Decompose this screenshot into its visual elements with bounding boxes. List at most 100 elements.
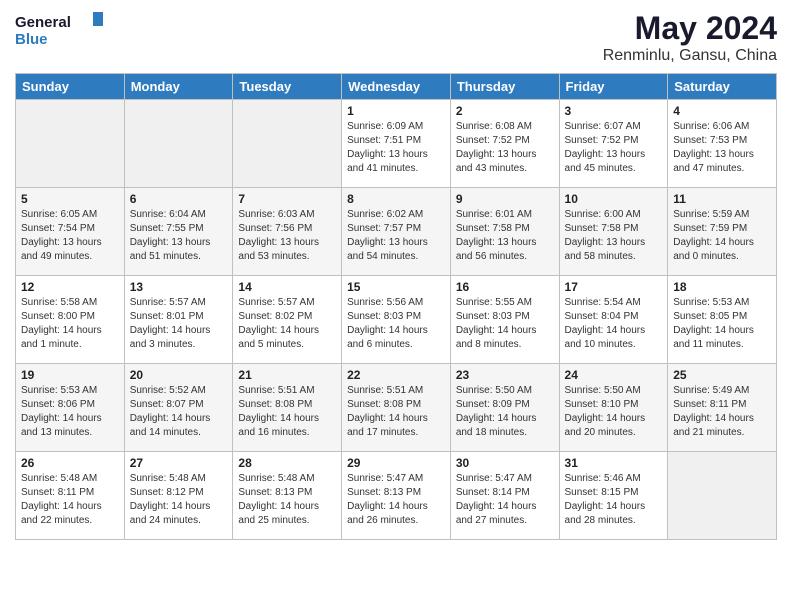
day-number: 6 xyxy=(130,192,228,206)
col-sunday: Sunday xyxy=(16,74,125,100)
calendar-cell: 27Sunrise: 5:48 AM Sunset: 8:12 PM Dayli… xyxy=(124,452,233,540)
day-number: 13 xyxy=(130,280,228,294)
calendar-title: May 2024 xyxy=(603,10,777,47)
calendar-cell: 13 Sunrise: 5:57 AM Sunset: 8:01 PM Dayli… xyxy=(124,276,233,364)
calendar-cell: 9 Sunrise: 6:01 AM Sunset: 7:58 PM Daylig… xyxy=(450,188,559,276)
calendar-cell: 19 Sunrise: 5:53 AM Sunset: 8:06 PM Dayli… xyxy=(16,364,125,452)
day-info: Sunrise: 5:50 AM Sunset: 8:10 PM Dayligh… xyxy=(565,384,663,440)
calendar-cell xyxy=(668,452,777,540)
calendar-cell: 12 Sunrise: 5:58 AM Sunset: 8:00 PM Dayli… xyxy=(16,276,125,364)
calendar-cell: 28 Sunrise: 5:48 AM Sunset: 8:13 PM Dayli… xyxy=(233,452,342,540)
calendar-week-row: 19 Sunrise: 5:53 AM Sunset: 8:06 PM Dayli… xyxy=(16,364,777,452)
day-number: 28 xyxy=(238,456,336,470)
title-block: May 2024 Renminlu, Gansu, China xyxy=(603,10,777,65)
col-thursday: Thursday xyxy=(450,74,559,100)
logo: General Blue xyxy=(15,10,105,50)
calendar-cell: 23 Sunrise: 5:50 AM Sunset: 8:09 PM Dayli… xyxy=(450,364,559,452)
calendar-cell: 10Sunrise: 6:00 AM Sunset: 7:58 PM Dayli… xyxy=(559,188,668,276)
calendar-cell: 20 Sunrise: 5:52 AM Sunset: 8:07 PM Dayli… xyxy=(124,364,233,452)
calendar-cell: 4Sunrise: 6:06 AM Sunset: 7:53 PM Daylig… xyxy=(668,100,777,188)
calendar-week-row: 12 Sunrise: 5:58 AM Sunset: 8:00 PM Dayli… xyxy=(16,276,777,364)
col-tuesday: Tuesday xyxy=(233,74,342,100)
day-number: 10 xyxy=(565,192,663,206)
day-number: 21 xyxy=(238,368,336,382)
day-info: Sunrise: 5:57 AM Sunset: 8:02 PM Dayligh… xyxy=(238,296,336,352)
day-info: Sunrise: 6:06 AM Sunset: 7:53 PM Dayligh… xyxy=(673,120,771,176)
calendar-cell xyxy=(124,100,233,188)
calendar-cell: 16Sunrise: 5:55 AM Sunset: 8:03 PM Dayli… xyxy=(450,276,559,364)
day-info: Sunrise: 6:01 AM Sunset: 7:58 PM Dayligh… xyxy=(456,208,554,264)
calendar-cell: 3 Sunrise: 6:07 AM Sunset: 7:52 PM Daylig… xyxy=(559,100,668,188)
col-monday: Monday xyxy=(124,74,233,100)
day-number: 14 xyxy=(238,280,336,294)
day-info: Sunrise: 5:59 AM Sunset: 7:59 PM Dayligh… xyxy=(673,208,771,264)
calendar-cell: 24 Sunrise: 5:50 AM Sunset: 8:10 PM Dayli… xyxy=(559,364,668,452)
day-info: Sunrise: 5:53 AM Sunset: 8:06 PM Dayligh… xyxy=(21,384,119,440)
day-info: Sunrise: 5:51 AM Sunset: 8:08 PM Dayligh… xyxy=(238,384,336,440)
day-number: 9 xyxy=(456,192,554,206)
day-number: 19 xyxy=(21,368,119,382)
day-info: Sunrise: 6:04 AM Sunset: 7:55 PM Dayligh… xyxy=(130,208,228,264)
calendar-week-row: 1Sunrise: 6:09 AM Sunset: 7:51 PM Daylig… xyxy=(16,100,777,188)
day-number: 11 xyxy=(673,192,771,206)
calendar-cell: 30 Sunrise: 5:47 AM Sunset: 8:14 PM Dayli… xyxy=(450,452,559,540)
calendar-cell: 17 Sunrise: 5:54 AM Sunset: 8:04 PM Dayli… xyxy=(559,276,668,364)
calendar-cell: 31Sunrise: 5:46 AM Sunset: 8:15 PM Dayli… xyxy=(559,452,668,540)
calendar-cell: 18 Sunrise: 5:53 AM Sunset: 8:05 PM Dayli… xyxy=(668,276,777,364)
calendar-cell: 29 Sunrise: 5:47 AM Sunset: 8:13 PM Dayli… xyxy=(342,452,451,540)
day-info: Sunrise: 5:57 AM Sunset: 8:01 PM Dayligh… xyxy=(130,296,228,352)
calendar-cell: 7Sunrise: 6:03 AM Sunset: 7:56 PM Daylig… xyxy=(233,188,342,276)
day-number: 17 xyxy=(565,280,663,294)
day-number: 22 xyxy=(347,368,445,382)
header: General Blue May 2024 Renminlu, Gansu, C… xyxy=(15,10,777,65)
svg-text:Blue: Blue xyxy=(15,31,48,48)
day-info: Sunrise: 5:58 AM Sunset: 8:00 PM Dayligh… xyxy=(21,296,119,352)
day-number: 3 xyxy=(565,104,663,118)
day-number: 18 xyxy=(673,280,771,294)
calendar-table: Sunday Monday Tuesday Wednesday Thursday… xyxy=(15,73,777,540)
calendar-cell: 25 Sunrise: 5:49 AM Sunset: 8:11 PM Dayli… xyxy=(668,364,777,452)
day-number: 24 xyxy=(565,368,663,382)
day-info: Sunrise: 5:51 AM Sunset: 8:08 PM Dayligh… xyxy=(347,384,445,440)
day-info: Sunrise: 5:48 AM Sunset: 8:13 PM Dayligh… xyxy=(238,472,336,528)
day-info: Sunrise: 6:03 AM Sunset: 7:56 PM Dayligh… xyxy=(238,208,336,264)
header-row: Sunday Monday Tuesday Wednesday Thursday… xyxy=(16,74,777,100)
day-info: Sunrise: 5:50 AM Sunset: 8:09 PM Dayligh… xyxy=(456,384,554,440)
day-info: Sunrise: 5:52 AM Sunset: 8:07 PM Dayligh… xyxy=(130,384,228,440)
calendar-cell: 26 Sunrise: 5:48 AM Sunset: 8:11 PM Dayli… xyxy=(16,452,125,540)
calendar-cell: 21 Sunrise: 5:51 AM Sunset: 8:08 PM Dayli… xyxy=(233,364,342,452)
day-info: Sunrise: 5:53 AM Sunset: 8:05 PM Dayligh… xyxy=(673,296,771,352)
day-number: 20 xyxy=(130,368,228,382)
day-info: Sunrise: 5:47 AM Sunset: 8:14 PM Dayligh… xyxy=(456,472,554,528)
calendar-cell: 15Sunrise: 5:56 AM Sunset: 8:03 PM Dayli… xyxy=(342,276,451,364)
calendar-cell: 8Sunrise: 6:02 AM Sunset: 7:57 PM Daylig… xyxy=(342,188,451,276)
day-number: 25 xyxy=(673,368,771,382)
day-number: 30 xyxy=(456,456,554,470)
calendar-cell: 2 Sunrise: 6:08 AM Sunset: 7:52 PM Daylig… xyxy=(450,100,559,188)
calendar-week-row: 26 Sunrise: 5:48 AM Sunset: 8:11 PM Dayli… xyxy=(16,452,777,540)
logo-svg: General Blue xyxy=(15,10,105,50)
day-number: 2 xyxy=(456,104,554,118)
day-info: Sunrise: 5:48 AM Sunset: 8:12 PM Dayligh… xyxy=(130,472,228,528)
calendar-cell: 1Sunrise: 6:09 AM Sunset: 7:51 PM Daylig… xyxy=(342,100,451,188)
day-info: Sunrise: 5:49 AM Sunset: 8:11 PM Dayligh… xyxy=(673,384,771,440)
day-number: 26 xyxy=(21,456,119,470)
page-container: General Blue May 2024 Renminlu, Gansu, C… xyxy=(0,0,792,550)
day-info: Sunrise: 6:05 AM Sunset: 7:54 PM Dayligh… xyxy=(21,208,119,264)
calendar-cell: 22 Sunrise: 5:51 AM Sunset: 8:08 PM Dayli… xyxy=(342,364,451,452)
day-info: Sunrise: 5:54 AM Sunset: 8:04 PM Dayligh… xyxy=(565,296,663,352)
day-info: Sunrise: 6:08 AM Sunset: 7:52 PM Dayligh… xyxy=(456,120,554,176)
day-info: Sunrise: 6:07 AM Sunset: 7:52 PM Dayligh… xyxy=(565,120,663,176)
calendar-cell xyxy=(233,100,342,188)
day-number: 12 xyxy=(21,280,119,294)
calendar-cell: 6 Sunrise: 6:04 AM Sunset: 7:55 PM Daylig… xyxy=(124,188,233,276)
day-info: Sunrise: 5:47 AM Sunset: 8:13 PM Dayligh… xyxy=(347,472,445,528)
day-info: Sunrise: 6:09 AM Sunset: 7:51 PM Dayligh… xyxy=(347,120,445,176)
calendar-subtitle: Renminlu, Gansu, China xyxy=(603,47,777,65)
col-friday: Friday xyxy=(559,74,668,100)
col-saturday: Saturday xyxy=(668,74,777,100)
day-number: 29 xyxy=(347,456,445,470)
day-number: 23 xyxy=(456,368,554,382)
day-info: Sunrise: 5:48 AM Sunset: 8:11 PM Dayligh… xyxy=(21,472,119,528)
calendar-week-row: 5Sunrise: 6:05 AM Sunset: 7:54 PM Daylig… xyxy=(16,188,777,276)
